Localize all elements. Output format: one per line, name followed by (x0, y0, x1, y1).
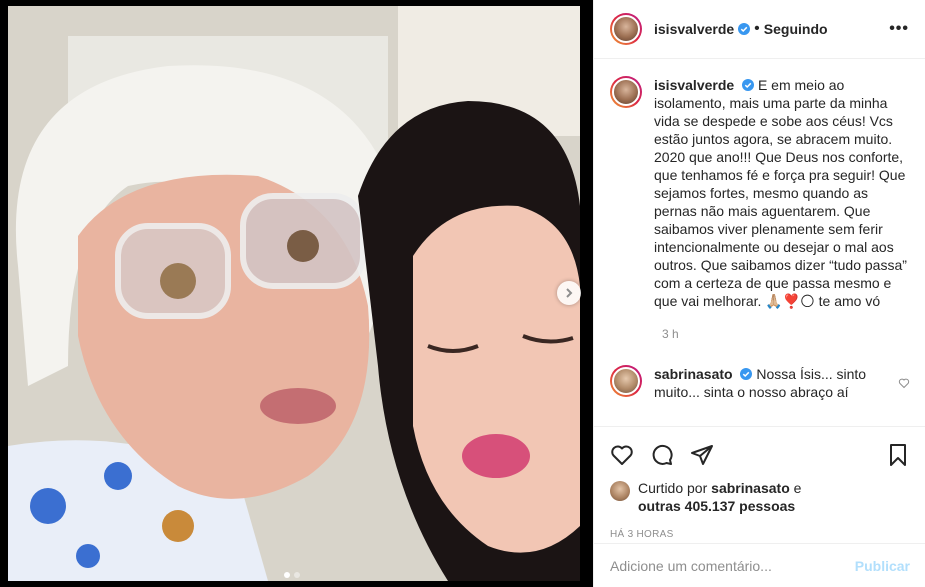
caption-body: E em meio ao isolamento, mais uma parte … (654, 77, 907, 309)
verified-icon (742, 79, 755, 91)
caption-timestamp[interactable]: 3 h (662, 327, 910, 341)
likes-connector: e (793, 480, 802, 496)
comment-icon[interactable] (650, 443, 674, 467)
comments-area: isisvalverde E em meio ao isolamento, ma… (594, 60, 925, 425)
carousel-next-button[interactable] (557, 281, 581, 305)
author-username[interactable]: isisvalverde (654, 21, 734, 37)
caption-author-username[interactable]: isisvalverde (654, 77, 734, 93)
post-sidebar: isisvalverde • Seguindo ••• isisvalverde… (593, 0, 925, 587)
likes-text: Curtido por sabrinasato e outras 405.137… (638, 479, 801, 515)
caption-row: isisvalverde E em meio ao isolamento, ma… (610, 76, 910, 310)
likes-others-link[interactable]: outras 405.137 pessoas (638, 498, 795, 514)
like-comment-icon[interactable] (898, 377, 910, 389)
liker-avatar[interactable] (610, 481, 630, 501)
comment-input[interactable] (610, 557, 855, 574)
header-separator: • (754, 20, 760, 37)
follow-status-button[interactable]: Seguindo (764, 21, 828, 37)
post-photo[interactable] (8, 6, 580, 581)
comment-text: sabrinasato Nossa Ísis... sinto muito...… (654, 365, 910, 401)
verified-icon (740, 368, 753, 380)
post-timestamp[interactable]: HÁ 3 HORAS (610, 529, 910, 540)
liker-username[interactable]: sabrinasato (711, 480, 790, 496)
more-options-icon[interactable]: ••• (889, 20, 909, 38)
heart-icon[interactable] (610, 443, 634, 467)
commenter-avatar[interactable] (610, 365, 642, 397)
carousel-dot (294, 572, 300, 578)
caption-text: isisvalverde E em meio ao isolamento, ma… (654, 76, 910, 310)
comment-item: sabrinasato Nossa Ísis... sinto muito...… (610, 365, 910, 401)
next-arrow-icon (566, 288, 573, 298)
likes-prefix: Curtido por (638, 480, 708, 496)
share-icon[interactable] (690, 443, 714, 467)
add-comment-bar: Publicar (594, 543, 925, 587)
publish-button[interactable]: Publicar (855, 558, 910, 574)
carousel-dot-active (284, 572, 290, 578)
carousel-indicator (284, 572, 300, 578)
verified-icon (738, 23, 751, 35)
caption-author-avatar[interactable] (610, 76, 642, 108)
bookmark-icon[interactable] (886, 443, 910, 467)
post-header: isisvalverde • Seguindo ••• (594, 0, 925, 59)
instagram-post-modal: isisvalverde • Seguindo ••• isisvalverde… (0, 0, 925, 587)
post-media (0, 0, 593, 587)
commenter-username[interactable]: sabrinasato (654, 366, 733, 382)
post-actions: Curtido por sabrinasato e outras 405.137… (594, 426, 925, 540)
likes-summary: Curtido por sabrinasato e outras 405.137… (610, 479, 910, 515)
action-icons (610, 435, 910, 475)
photo-illustration (8, 6, 580, 581)
author-avatar[interactable] (610, 13, 642, 45)
